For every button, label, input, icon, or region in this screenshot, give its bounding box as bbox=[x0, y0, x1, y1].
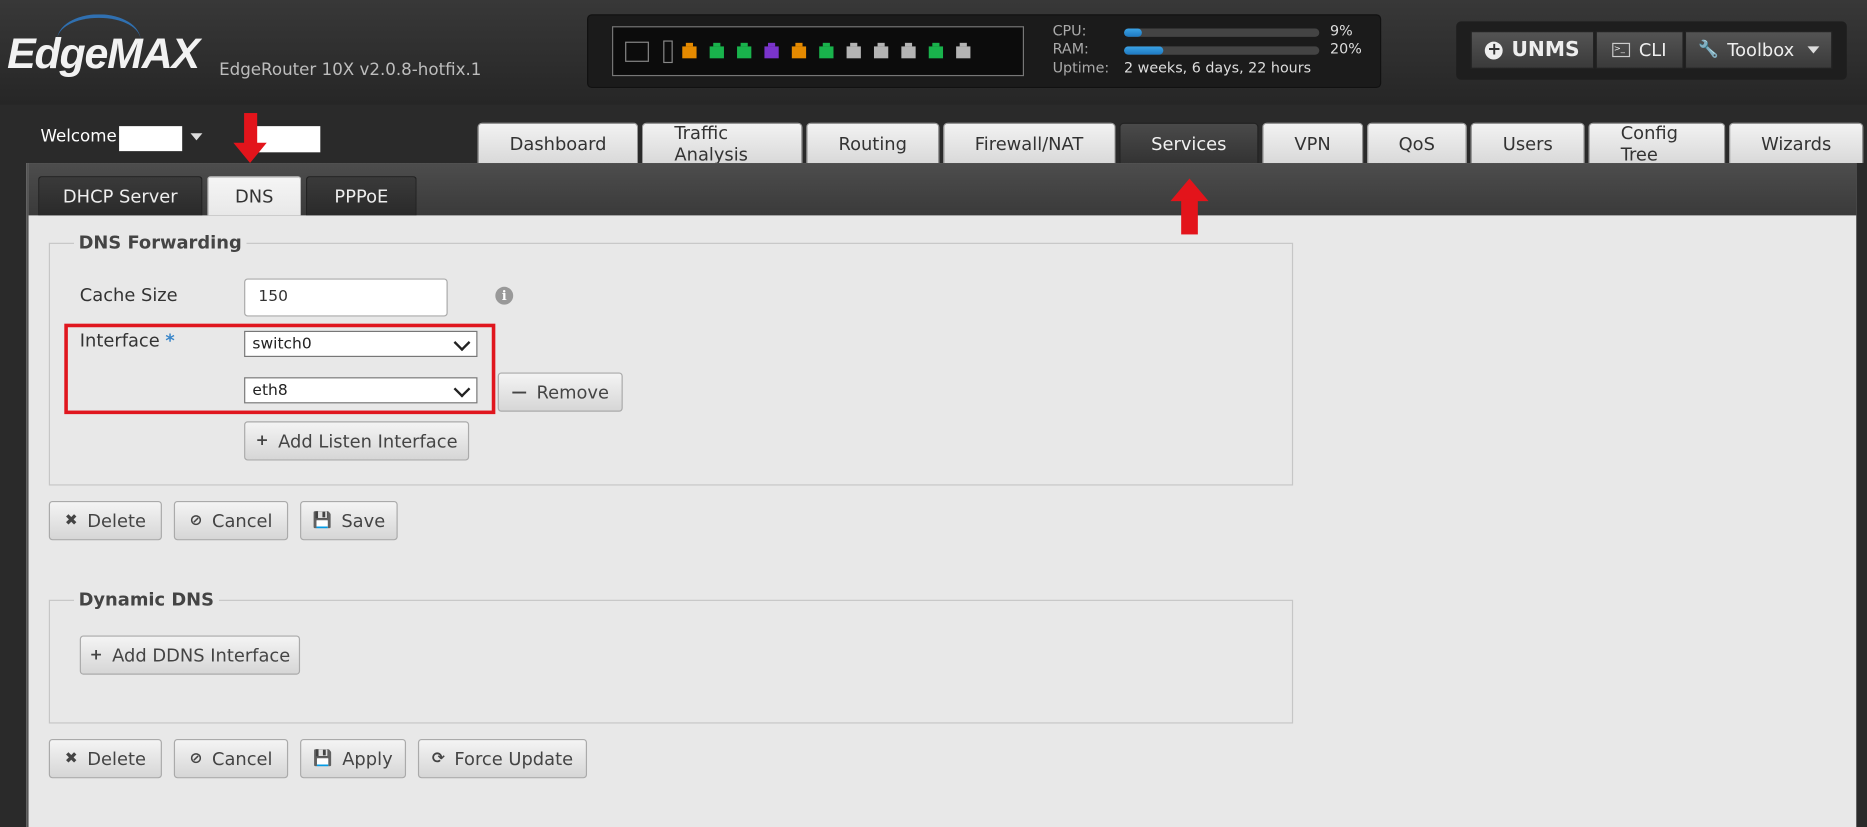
ram-label: RAM: bbox=[1052, 40, 1089, 58]
port-indicator-icon[interactable] bbox=[764, 42, 779, 59]
port-indicator-icon[interactable] bbox=[846, 42, 861, 59]
cpu-bar-fill bbox=[1124, 28, 1142, 37]
remove-label: Remove bbox=[536, 381, 609, 403]
ports-status-panel: CPU: 9% RAM: 20% Uptime: 2 weeks, 6 days… bbox=[587, 14, 1382, 89]
wrench-icon: 🔧 bbox=[1698, 40, 1719, 60]
ram-bar bbox=[1124, 46, 1320, 55]
annotation-highlight-box bbox=[64, 323, 496, 415]
port-indicator-icon[interactable] bbox=[709, 42, 724, 59]
save-label: Save bbox=[341, 509, 386, 532]
tab-services[interactable]: Services bbox=[1119, 122, 1259, 164]
dynamic-dns-legend: Dynamic DNS bbox=[78, 589, 215, 611]
unms-button[interactable]: + UNMS bbox=[1470, 30, 1595, 70]
plus-icon: + bbox=[255, 431, 269, 450]
apply-label: Apply bbox=[342, 747, 393, 770]
apply-button[interactable]: 💾 Apply bbox=[300, 738, 407, 779]
subtab-label: DNS bbox=[234, 185, 274, 208]
cancel-icon: ⊘ bbox=[189, 511, 203, 530]
port-indicator-icon[interactable] bbox=[819, 42, 834, 59]
sfp-port-icon bbox=[663, 40, 673, 64]
cancel-label: Cancel bbox=[211, 509, 273, 532]
ram-bar-fill bbox=[1124, 46, 1164, 55]
tab-dashboard[interactable]: Dashboard bbox=[477, 122, 639, 164]
save-icon: 💾 bbox=[313, 749, 333, 768]
tab-config-tree[interactable]: Config Tree bbox=[1588, 122, 1726, 165]
tab-qos[interactable]: QoS bbox=[1366, 122, 1468, 164]
cpu-label: CPU: bbox=[1052, 22, 1087, 40]
edgemax-logo: EdgeMAX bbox=[7, 28, 200, 78]
dns-forwarding-legend: DNS Forwarding bbox=[78, 232, 242, 254]
add-ddns-label: Add DDNS Interface bbox=[112, 644, 291, 666]
port-indicator-icon[interactable] bbox=[737, 42, 752, 59]
terminal-icon: >_ bbox=[1612, 42, 1631, 58]
tab-routing[interactable]: Routing bbox=[806, 122, 940, 164]
force-update-label: Force Update bbox=[454, 747, 574, 770]
port-indicator-icon[interactable] bbox=[791, 42, 807, 59]
sub-tab-bar: DHCP Server DNS PPPoE bbox=[28, 163, 1857, 216]
port-indicator-icon[interactable] bbox=[873, 42, 889, 59]
plus-icon: + bbox=[89, 646, 103, 665]
user-menu-caret-icon[interactable] bbox=[190, 133, 203, 141]
ethernet-port-icon bbox=[625, 41, 649, 62]
device-model: EdgeRouter 10X v2.0.8-hotfix.1 bbox=[219, 60, 482, 80]
port-indicator-icon[interactable] bbox=[956, 42, 971, 59]
cpu-bar bbox=[1124, 28, 1320, 37]
content-panel: DHCP Server DNS PPPoE DNS Forwarding Cac… bbox=[26, 163, 1857, 827]
save-button[interactable]: 💾 Save bbox=[300, 500, 398, 541]
unms-label: UNMS bbox=[1511, 38, 1580, 62]
toolbox-label: Toolbox bbox=[1727, 39, 1795, 61]
tab-wizards[interactable]: Wizards bbox=[1728, 122, 1864, 164]
delete-label: Delete bbox=[87, 747, 146, 770]
cli-label: CLI bbox=[1638, 39, 1667, 61]
subtab-label: PPPoE bbox=[334, 185, 389, 208]
ddns-cancel-button[interactable]: ⊘ Cancel bbox=[173, 738, 289, 779]
top-bar: EdgeMAX EdgeRouter 10X v2.0.8-hotfix.1 C… bbox=[0, 0, 1867, 105]
ddns-delete-button[interactable]: ✖ Delete bbox=[48, 738, 162, 779]
minus-icon: — bbox=[511, 383, 527, 402]
username-redacted[interactable] bbox=[119, 126, 183, 152]
remove-button[interactable]: — Remove bbox=[497, 372, 623, 412]
welcome-text: Welcome bbox=[40, 127, 117, 147]
port-diagram bbox=[612, 26, 1025, 77]
tab-traffic-analysis[interactable]: Traffic Analysis bbox=[642, 122, 803, 165]
uptime-value: 2 weeks, 6 days, 22 hours bbox=[1124, 59, 1312, 77]
subtab-dns[interactable]: DNS bbox=[207, 176, 302, 216]
app-window: EdgeMAX EdgeRouter 10X v2.0.8-hotfix.1 C… bbox=[0, 0, 1867, 827]
port-indicator-icon[interactable] bbox=[928, 42, 944, 59]
refresh-icon: ⟳ bbox=[431, 749, 445, 768]
cache-size-input[interactable]: 150 bbox=[244, 278, 448, 317]
cancel-label: Cancel bbox=[211, 747, 273, 770]
subtab-pppoe[interactable]: PPPoE bbox=[306, 176, 417, 216]
port-indicator-icon[interactable] bbox=[682, 42, 697, 59]
close-icon: ✖ bbox=[64, 749, 78, 768]
cancel-button[interactable]: ⊘ Cancel bbox=[173, 500, 289, 541]
chevron-down-icon bbox=[1807, 46, 1820, 54]
force-update-button[interactable]: ⟳ Force Update bbox=[417, 738, 588, 779]
add-listen-label: Add Listen Interface bbox=[278, 430, 458, 452]
save-icon: 💾 bbox=[312, 511, 332, 530]
info-icon[interactable]: i bbox=[495, 286, 514, 305]
toolbar: + UNMS >_ CLI 🔧 Toolbox bbox=[1456, 21, 1847, 80]
cache-size-label: Cache Size bbox=[79, 284, 178, 306]
plus-circle-icon: + bbox=[1485, 39, 1504, 59]
uptime-label: Uptime: bbox=[1052, 59, 1110, 77]
subtab-label: DHCP Server bbox=[62, 185, 178, 208]
delete-label: Delete bbox=[87, 509, 146, 532]
tab-vpn[interactable]: VPN bbox=[1262, 122, 1363, 164]
cancel-icon: ⊘ bbox=[189, 749, 203, 768]
subtab-dhcp-server[interactable]: DHCP Server bbox=[38, 176, 203, 216]
add-ddns-interface-button[interactable]: + Add DDNS Interface bbox=[79, 635, 301, 675]
delete-button[interactable]: ✖ Delete bbox=[48, 500, 162, 541]
add-listen-interface-button[interactable]: + Add Listen Interface bbox=[244, 421, 470, 461]
ram-value: 20% bbox=[1330, 40, 1362, 58]
close-icon: ✖ bbox=[64, 511, 78, 530]
cache-size-value: 150 bbox=[258, 287, 288, 306]
port-indicator-icon[interactable] bbox=[901, 42, 916, 59]
cpu-value: 9% bbox=[1330, 22, 1353, 40]
tab-firewall-nat[interactable]: Firewall/NAT bbox=[942, 122, 1116, 164]
toolbox-button[interactable]: 🔧 Toolbox bbox=[1684, 30, 1833, 70]
main-tabs: Dashboard Traffic Analysis Routing Firewall… bbox=[477, 122, 1867, 165]
tab-users[interactable]: Users bbox=[1470, 122, 1585, 164]
cli-button[interactable]: >_ CLI bbox=[1595, 30, 1684, 70]
